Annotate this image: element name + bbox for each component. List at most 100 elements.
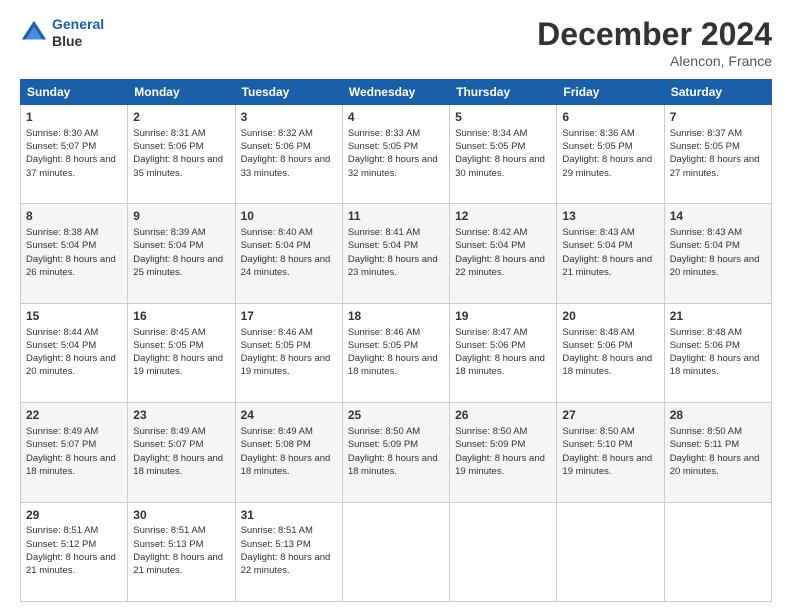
col-wednesday: Wednesday <box>342 80 449 105</box>
cell-4-4 <box>450 502 557 601</box>
cell-2-5: 20Sunrise: 8:48 AMSunset: 5:06 PMDayligh… <box>557 303 664 402</box>
sunrise-text: Sunrise: 8:48 AM <box>562 327 634 338</box>
logo-text: General Blue <box>52 16 104 50</box>
daylight-text: Daylight: 8 hours and 26 minutes. <box>26 254 116 278</box>
sunset-text: Sunset: 5:05 PM <box>562 141 632 152</box>
cell-0-2: 3Sunrise: 8:32 AMSunset: 5:06 PMDaylight… <box>235 105 342 204</box>
sunrise-text: Sunrise: 8:50 AM <box>455 426 527 437</box>
sunrise-text: Sunrise: 8:49 AM <box>241 426 313 437</box>
cell-3-4: 26Sunrise: 8:50 AMSunset: 5:09 PMDayligh… <box>450 403 557 502</box>
sunrise-text: Sunrise: 8:44 AM <box>26 327 98 338</box>
header: General Blue December 2024 Alencon, Fran… <box>20 16 772 69</box>
day-number: 17 <box>241 308 337 325</box>
cell-0-4: 5Sunrise: 8:34 AMSunset: 5:05 PMDaylight… <box>450 105 557 204</box>
day-number: 27 <box>562 407 658 424</box>
sunset-text: Sunset: 5:06 PM <box>133 141 203 152</box>
daylight-text: Daylight: 8 hours and 37 minutes. <box>26 154 116 178</box>
cell-2-2: 17Sunrise: 8:46 AMSunset: 5:05 PMDayligh… <box>235 303 342 402</box>
day-number: 28 <box>670 407 766 424</box>
daylight-text: Daylight: 8 hours and 22 minutes. <box>241 552 331 576</box>
sunset-text: Sunset: 5:05 PM <box>241 340 311 351</box>
col-friday: Friday <box>557 80 664 105</box>
cell-3-3: 25Sunrise: 8:50 AMSunset: 5:09 PMDayligh… <box>342 403 449 502</box>
cell-4-3 <box>342 502 449 601</box>
sunrise-text: Sunrise: 8:46 AM <box>348 327 420 338</box>
daylight-text: Daylight: 8 hours and 18 minutes. <box>348 353 438 377</box>
sunrise-text: Sunrise: 8:51 AM <box>133 525 205 536</box>
daylight-text: Daylight: 8 hours and 20 minutes. <box>670 453 760 477</box>
daylight-text: Daylight: 8 hours and 21 minutes. <box>26 552 116 576</box>
sunset-text: Sunset: 5:04 PM <box>26 340 96 351</box>
sunset-text: Sunset: 5:07 PM <box>133 439 203 450</box>
daylight-text: Daylight: 8 hours and 23 minutes. <box>348 254 438 278</box>
cell-1-0: 8Sunrise: 8:38 AMSunset: 5:04 PMDaylight… <box>21 204 128 303</box>
sunset-text: Sunset: 5:09 PM <box>455 439 525 450</box>
day-number: 22 <box>26 407 122 424</box>
sunrise-text: Sunrise: 8:49 AM <box>26 426 98 437</box>
sunrise-text: Sunrise: 8:30 AM <box>26 128 98 139</box>
daylight-text: Daylight: 8 hours and 35 minutes. <box>133 154 223 178</box>
sunset-text: Sunset: 5:06 PM <box>455 340 525 351</box>
daylight-text: Daylight: 8 hours and 18 minutes. <box>133 453 223 477</box>
sunset-text: Sunset: 5:05 PM <box>348 340 418 351</box>
daylight-text: Daylight: 8 hours and 18 minutes. <box>348 453 438 477</box>
cell-1-1: 9Sunrise: 8:39 AMSunset: 5:04 PMDaylight… <box>128 204 235 303</box>
daylight-text: Daylight: 8 hours and 20 minutes. <box>670 254 760 278</box>
sunset-text: Sunset: 5:07 PM <box>26 439 96 450</box>
daylight-text: Daylight: 8 hours and 20 minutes. <box>26 353 116 377</box>
daylight-text: Daylight: 8 hours and 19 minutes. <box>562 453 652 477</box>
sunset-text: Sunset: 5:04 PM <box>26 240 96 251</box>
day-number: 8 <box>26 208 122 225</box>
col-thursday: Thursday <box>450 80 557 105</box>
sunset-text: Sunset: 5:11 PM <box>670 439 740 450</box>
day-number: 6 <box>562 109 658 126</box>
sunrise-text: Sunrise: 8:41 AM <box>348 227 420 238</box>
daylight-text: Daylight: 8 hours and 18 minutes. <box>455 353 545 377</box>
sunset-text: Sunset: 5:04 PM <box>348 240 418 251</box>
sunset-text: Sunset: 5:04 PM <box>455 240 525 251</box>
sunrise-text: Sunrise: 8:45 AM <box>133 327 205 338</box>
cell-2-6: 21Sunrise: 8:48 AMSunset: 5:06 PMDayligh… <box>664 303 771 402</box>
daylight-text: Daylight: 8 hours and 30 minutes. <box>455 154 545 178</box>
day-number: 29 <box>26 507 122 524</box>
daylight-text: Daylight: 8 hours and 27 minutes. <box>670 154 760 178</box>
daylight-text: Daylight: 8 hours and 21 minutes. <box>133 552 223 576</box>
title-block: December 2024 Alencon, France <box>537 16 772 69</box>
day-number: 13 <box>562 208 658 225</box>
sunset-text: Sunset: 5:06 PM <box>241 141 311 152</box>
week-row-2: 15Sunrise: 8:44 AMSunset: 5:04 PMDayligh… <box>21 303 772 402</box>
day-number: 1 <box>26 109 122 126</box>
cell-1-6: 14Sunrise: 8:43 AMSunset: 5:04 PMDayligh… <box>664 204 771 303</box>
day-number: 30 <box>133 507 229 524</box>
sunrise-text: Sunrise: 8:33 AM <box>348 128 420 139</box>
sunrise-text: Sunrise: 8:34 AM <box>455 128 527 139</box>
col-saturday: Saturday <box>664 80 771 105</box>
sunset-text: Sunset: 5:04 PM <box>241 240 311 251</box>
day-number: 7 <box>670 109 766 126</box>
cell-2-0: 15Sunrise: 8:44 AMSunset: 5:04 PMDayligh… <box>21 303 128 402</box>
sunrise-text: Sunrise: 8:43 AM <box>562 227 634 238</box>
cell-4-0: 29Sunrise: 8:51 AMSunset: 5:12 PMDayligh… <box>21 502 128 601</box>
sunrise-text: Sunrise: 8:31 AM <box>133 128 205 139</box>
cell-4-5 <box>557 502 664 601</box>
day-number: 26 <box>455 407 551 424</box>
logo: General Blue <box>20 16 104 50</box>
calendar-table: Sunday Monday Tuesday Wednesday Thursday… <box>20 79 772 602</box>
daylight-text: Daylight: 8 hours and 18 minutes. <box>241 453 331 477</box>
cell-4-2: 31Sunrise: 8:51 AMSunset: 5:13 PMDayligh… <box>235 502 342 601</box>
daylight-text: Daylight: 8 hours and 18 minutes. <box>562 353 652 377</box>
col-tuesday: Tuesday <box>235 80 342 105</box>
sunset-text: Sunset: 5:04 PM <box>133 240 203 251</box>
sunset-text: Sunset: 5:10 PM <box>562 439 632 450</box>
sunrise-text: Sunrise: 8:40 AM <box>241 227 313 238</box>
logo-icon <box>20 19 48 47</box>
sunrise-text: Sunrise: 8:47 AM <box>455 327 527 338</box>
day-number: 16 <box>133 308 229 325</box>
location: Alencon, France <box>537 53 772 69</box>
daylight-text: Daylight: 8 hours and 29 minutes. <box>562 154 652 178</box>
cell-0-6: 7Sunrise: 8:37 AMSunset: 5:05 PMDaylight… <box>664 105 771 204</box>
day-number: 4 <box>348 109 444 126</box>
week-row-0: 1Sunrise: 8:30 AMSunset: 5:07 PMDaylight… <box>21 105 772 204</box>
sunrise-text: Sunrise: 8:36 AM <box>562 128 634 139</box>
sunset-text: Sunset: 5:04 PM <box>670 240 740 251</box>
